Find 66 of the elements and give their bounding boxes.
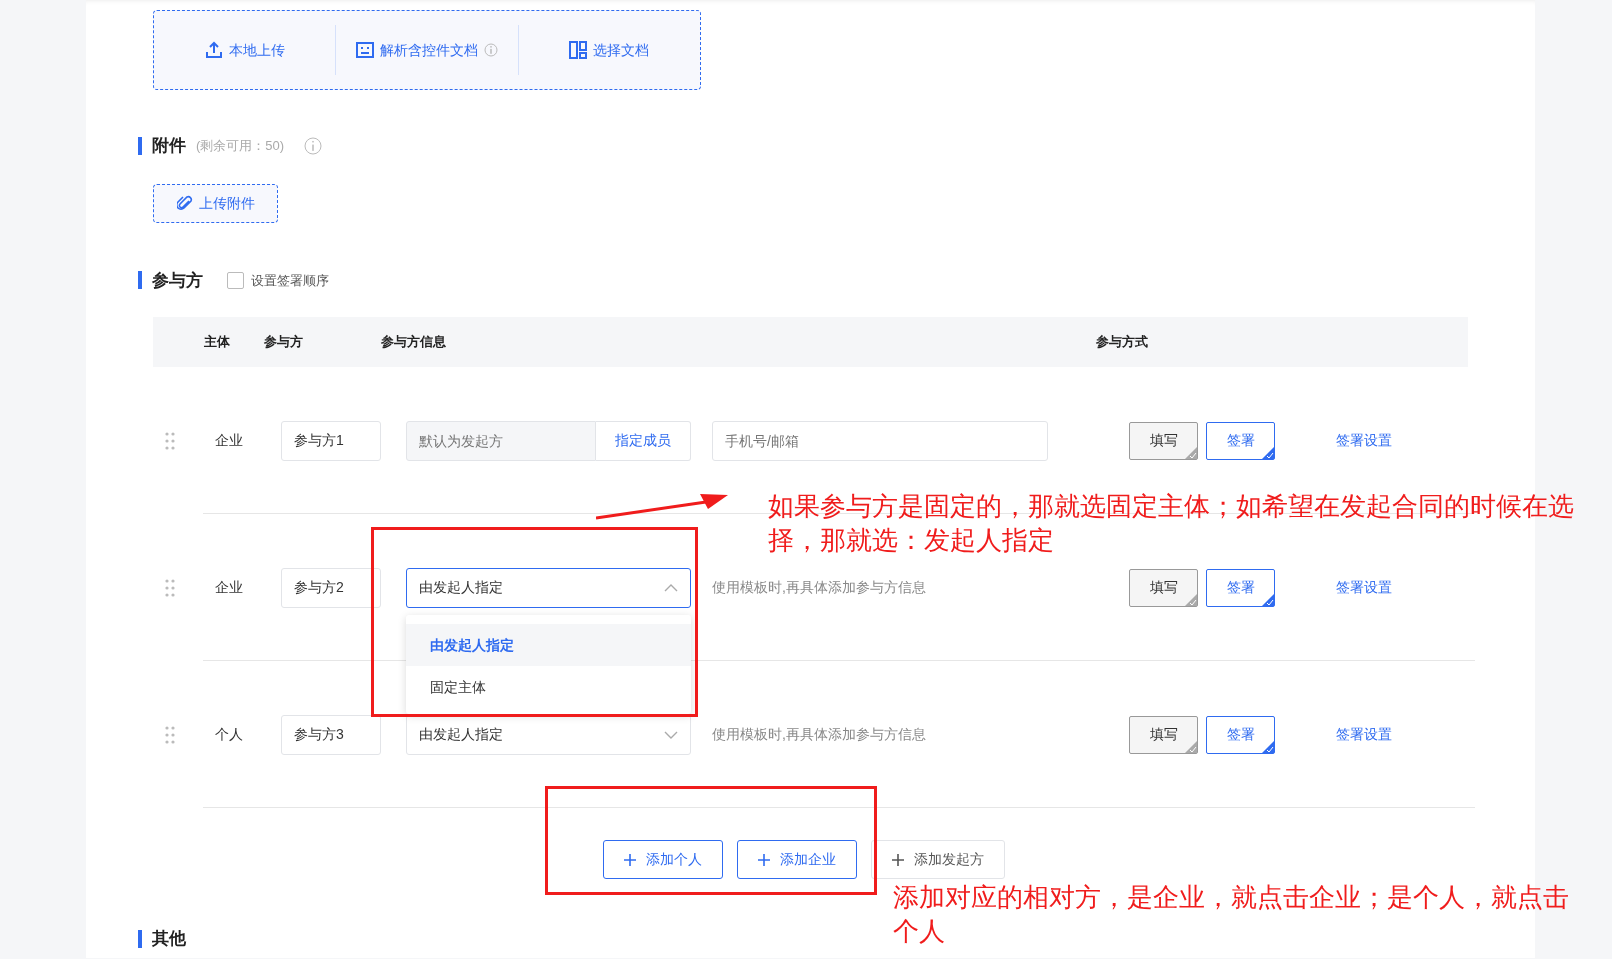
checkbox-label: 设置签署顺序 xyxy=(251,271,329,290)
dropdown-option[interactable]: 由发起人指定 xyxy=(406,624,691,666)
name-field[interactable]: 参与方1 xyxy=(281,420,381,461)
paperclip-icon xyxy=(176,194,193,212)
column-header: 参与方 xyxy=(264,333,303,352)
signing-settings-link[interactable]: 签署设置 xyxy=(1336,577,1392,598)
signing-settings-link[interactable]: 签署设置 xyxy=(1336,724,1392,745)
mode-button[interactable]: 填写 xyxy=(1129,568,1198,607)
heading-marker xyxy=(138,929,142,948)
subject-type: 企业 xyxy=(215,578,244,597)
hint-text: 使用模板时,再具体添加参与方信息 xyxy=(712,578,927,597)
chevron-icon xyxy=(664,583,678,592)
column-header: 参与方信息 xyxy=(381,333,446,352)
check-corner-icon xyxy=(1262,740,1274,753)
name-field[interactable]: 参与方2 xyxy=(281,567,381,608)
check-corner-icon xyxy=(1185,740,1197,753)
mode-button[interactable]: 填写 xyxy=(1129,421,1198,460)
upload-option[interactable]: 解析含控件文档 xyxy=(336,11,518,89)
mode-button[interactable]: 签署 xyxy=(1206,715,1275,754)
layout-icon xyxy=(569,41,588,59)
heading-marker xyxy=(138,136,142,155)
upload-attachment-button[interactable]: 上传附件 xyxy=(153,183,278,223)
checkbox[interactable] xyxy=(227,271,244,289)
section-heading: 参与方 xyxy=(152,269,203,292)
info-icon xyxy=(304,136,323,155)
signing-settings-link[interactable]: 签署设置 xyxy=(1336,430,1392,451)
mode-button[interactable]: 签署 xyxy=(1206,421,1275,460)
mode-button[interactable]: 填写 xyxy=(1129,715,1198,754)
drag-handle-icon xyxy=(165,578,175,597)
select-value: 由发起人指定 xyxy=(419,725,503,744)
chevron-icon xyxy=(664,730,678,739)
drag-handle-icon xyxy=(165,431,175,450)
remaining-count: (剩余可用：50) xyxy=(196,137,285,155)
add-button[interactable]: 添加个人 xyxy=(603,840,723,879)
upload-option[interactable]: 选择文档 xyxy=(518,11,700,89)
column-header: 主体 xyxy=(204,333,230,352)
form-icon xyxy=(356,42,374,58)
name-field[interactable]: 参与方3 xyxy=(281,714,381,755)
annotation-note: 如果参与方是固定的，那就选固定主体；如希望在发起合同的时候在选择，那就选：发起人指定 xyxy=(768,490,1575,557)
upload-option[interactable]: 本地上传 xyxy=(154,11,336,89)
check-corner-icon xyxy=(1262,446,1274,459)
subject-type: 企业 xyxy=(215,431,244,450)
plus-icon xyxy=(758,853,770,866)
select-field[interactable]: 由发起人指定 xyxy=(406,714,691,755)
annotation-note: 添加对应的相对方，是企业，就点击企业；是个人，就点击个人 xyxy=(893,881,1570,948)
mode-button[interactable]: 签署 xyxy=(1206,568,1275,607)
select-field[interactable]: 由发起人指定 xyxy=(406,567,691,608)
check-corner-icon xyxy=(1185,593,1197,606)
add-button[interactable]: 添加企业 xyxy=(737,840,857,879)
check-corner-icon xyxy=(1262,593,1274,606)
hint-text: 使用模板时,再具体添加参与方信息 xyxy=(712,725,927,744)
contact-field[interactable]: 手机号/邮箱 xyxy=(712,420,1048,461)
section-heading: 附件 xyxy=(152,135,186,157)
heading-marker xyxy=(138,271,142,290)
section-heading: 其他 xyxy=(152,928,186,950)
plus-icon xyxy=(892,853,904,866)
upload-icon xyxy=(204,41,223,59)
add-button[interactable]: 添加发起方 xyxy=(871,840,1005,879)
select-value: 由发起人指定 xyxy=(419,578,503,597)
subject-type: 个人 xyxy=(215,725,244,744)
dropdown-option[interactable]: 固定主体 xyxy=(406,666,691,708)
column-header: 参与方式 xyxy=(1096,333,1148,352)
plus-icon xyxy=(624,853,636,866)
drag-handle-icon xyxy=(165,725,175,744)
check-corner-icon xyxy=(1185,446,1197,459)
assign-member-button[interactable]: 指定成员 xyxy=(596,420,691,461)
